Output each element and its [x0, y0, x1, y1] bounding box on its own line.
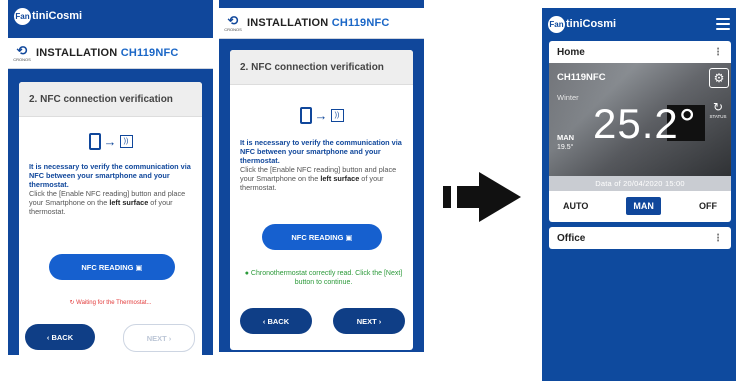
instruction-bold: surface: [333, 174, 360, 183]
screen-nfc-waiting: Fan tiniCosmi ⟲ CRONOS INSTALLATION CH119N…: [8, 0, 213, 355]
brand-logo: Fan tiniCosmi: [14, 7, 89, 25]
more-options-icon[interactable]: ⋮: [713, 233, 723, 244]
lead-text: It is necessary to verify the communicat…: [240, 138, 402, 165]
brand-logo: Fan tiniCosmi: [548, 15, 623, 33]
brand-name: tiniCosmi: [32, 10, 83, 22]
screen-nfc-success: ⟲ CRONOS INSTALLATION CH119NFC 2. NFC con…: [219, 0, 424, 352]
back-button[interactable]: ‹ BACK: [25, 324, 95, 350]
data-date: Data of 20/04/2020 15:00: [549, 176, 731, 191]
office-label: Office: [557, 232, 586, 244]
step-card: 2. NFC connection verification → )) It i…: [230, 50, 413, 350]
settings-icon[interactable]: ⚙: [709, 68, 729, 88]
spinner-icon: ↻: [69, 300, 75, 306]
status-caption: STATUS: [709, 114, 727, 119]
thermostat-panel[interactable]: CH119NFC Winter 25.2° MAN 19.5° ⚙ ↻ STATU…: [549, 63, 731, 176]
check-icon: ●: [244, 270, 249, 277]
success-status: ● Chronothermostat correctly read. Click…: [244, 269, 403, 287]
installation-icon: ⟲ CRONOS: [13, 43, 31, 62]
app-header: Fan tiniCosmi: [8, 0, 213, 34]
nfc-icon: )): [330, 109, 344, 122]
instruction-bold: left: [320, 174, 332, 183]
step-card: 2. NFC connection verification → )) It i…: [19, 82, 202, 355]
mode-off[interactable]: OFF: [699, 201, 717, 211]
arrow-right-icon: →: [103, 134, 117, 149]
waiting-status-text: Waiting for the Thermostat...: [76, 300, 152, 306]
arrow-right-icon: →: [314, 108, 328, 123]
installation-icon: ⟲ CRONOS: [224, 13, 242, 32]
instruction-bold: left: [109, 198, 121, 207]
fan-logo-icon: Fan: [548, 15, 565, 33]
nfc-icon: ▣: [135, 262, 143, 272]
installation-bar: ⟲ CRONOS INSTALLATION CH119NFC: [8, 38, 213, 69]
waiting-status: ↻ Waiting for the Thermostat...: [19, 299, 202, 306]
nfc-reading-button[interactable]: NFC READING ▣: [262, 224, 382, 250]
step-title: 2. NFC connection verification: [230, 50, 413, 85]
mode-badge: MAN: [557, 133, 575, 142]
installation-title-text: INSTALLATION: [247, 17, 329, 29]
phone-to-nfc-graphic: → )): [19, 133, 202, 150]
installation-device-code: CH119NFC: [331, 17, 390, 29]
instruction-text: Click the [Enable NFC reading] button an…: [230, 165, 413, 192]
next-button[interactable]: NEXT ›: [333, 308, 405, 334]
step-title: 2. NFC connection verification: [19, 82, 202, 117]
device-name: CH119NFC: [557, 72, 606, 83]
instruction-text: Click the [Enable NFC reading] button an…: [19, 189, 202, 216]
refresh-icon[interactable]: ↻ STATUS: [709, 100, 727, 122]
installation-device-code: CH119NFC: [120, 47, 179, 59]
instruction-bold: surface: [122, 198, 149, 207]
office-row[interactable]: Office ⋮: [549, 227, 731, 249]
set-temperature: 19.5°: [557, 144, 574, 151]
fan-logo-icon: Fan: [14, 7, 31, 25]
temperature-value: 25.2°: [593, 100, 697, 147]
next-button-disabled[interactable]: NEXT ›: [123, 324, 195, 352]
menu-icon[interactable]: [716, 18, 730, 33]
nfc-icon: ▣: [345, 232, 353, 242]
installation-icon-caption: CRONOS: [224, 27, 242, 32]
nfc-icon: )): [119, 135, 133, 148]
nfc-reading-label: NFC READING: [291, 232, 344, 242]
home-row[interactable]: Home ⋮: [549, 41, 731, 63]
phone-to-nfc-graphic: → )): [230, 107, 413, 124]
phone-icon: [299, 107, 312, 124]
installation-title: INSTALLATION CH119NFC: [36, 47, 179, 59]
phone-icon: [88, 133, 101, 150]
nfc-reading-label: NFC READING: [81, 262, 134, 272]
screen-app-home: Fan tiniCosmi Home ⋮ CH119NFC Winter 25.2…: [542, 8, 736, 381]
installation-title: INSTALLATION CH119NFC: [247, 17, 390, 29]
home-label: Home: [557, 46, 585, 58]
mode-selector: AUTO MAN OFF: [549, 191, 731, 221]
installation-icon-caption: CRONOS: [13, 57, 31, 62]
home-card: Home ⋮ CH119NFC Winter 25.2° MAN 19.5° ⚙…: [549, 41, 731, 222]
nfc-reading-button[interactable]: NFC READING ▣: [49, 254, 175, 280]
mode-auto[interactable]: AUTO: [563, 201, 588, 211]
installation-bar: ⟲ CRONOS INSTALLATION CH119NFC: [219, 8, 424, 39]
office-card[interactable]: Office ⋮: [549, 227, 731, 249]
back-button[interactable]: ‹ BACK: [240, 308, 312, 334]
more-options-icon[interactable]: ⋮: [713, 47, 723, 58]
brand-name: tiniCosmi: [566, 18, 617, 30]
arrow-right-icon: [443, 172, 521, 222]
mode-man[interactable]: MAN: [626, 197, 661, 215]
installation-title-text: INSTALLATION: [36, 47, 118, 59]
success-status-text: Chronothermostat correctly read. Click t…: [250, 270, 403, 286]
season-label: Winter: [557, 93, 579, 102]
lead-text: It is necessary to verify the communicat…: [29, 162, 191, 189]
